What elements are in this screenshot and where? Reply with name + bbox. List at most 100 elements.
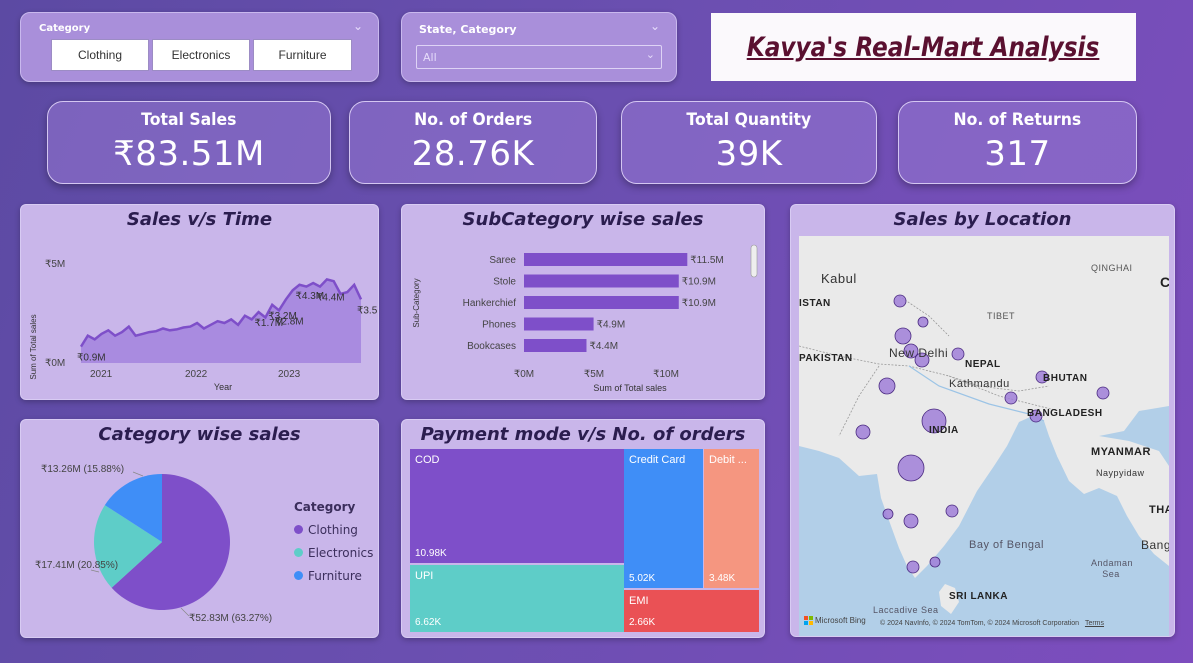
panel-title: Payment mode v/s No. of orders [420, 424, 746, 445]
treemap-cell-upi[interactable]: UPI 6.62K [410, 565, 624, 632]
x-tick-label: 2022 [185, 369, 208, 380]
panel-title: Sales v/s Time [126, 209, 273, 230]
category-chip-electronics[interactable]: Electronics [152, 39, 250, 71]
bing-text: Microsoft Bing [815, 616, 866, 625]
bar[interactable] [524, 317, 594, 331]
location-bubble[interactable] [929, 556, 941, 568]
report-title-card: Kavya's Real-Mart Analysis [711, 13, 1136, 81]
kpi-label: No. of Returns [953, 110, 1082, 130]
category-chip-furniture[interactable]: Furniture [253, 39, 352, 71]
map-label: C [1160, 274, 1169, 290]
map-label: BHUTAN [1043, 373, 1088, 384]
x-axis-label: Sum of Total sales [593, 383, 667, 393]
kpi-orders: No. of Orders 28.76K [349, 101, 597, 184]
legend-item-furniture[interactable]: Furniture [294, 564, 373, 587]
data-label: ₹0.9M [77, 353, 106, 364]
chevron-down-icon: ⌄ [645, 48, 655, 61]
map-label: Bay of Bengal [969, 539, 1044, 551]
legend-item-electronics[interactable]: Electronics [294, 541, 373, 564]
location-bubble[interactable] [906, 560, 920, 574]
location-bubble[interactable] [1004, 391, 1018, 405]
kpi-label: Total Quantity [686, 110, 812, 130]
kpi-value: ₹83.51M [113, 134, 265, 174]
map-label: TIBET [987, 311, 1016, 321]
location-bubble[interactable] [893, 294, 907, 308]
chevron-down-icon[interactable]: ⌄ [650, 19, 660, 33]
bar-value-label: ₹10.9M [682, 277, 716, 288]
category-panel[interactable]: Category wise sales ₹13.26M (15.88%) ₹17… [20, 419, 379, 638]
windows-icon-tile [804, 621, 808, 625]
bar[interactable] [524, 253, 688, 266]
land-north [799, 236, 1169, 578]
x-tick-label: 2021 [90, 369, 113, 380]
bar-category-label: Stole [493, 277, 516, 288]
copyright-text: © 2024 NavInfo, © 2024 TomTom, © 2024 Mi… [880, 620, 1079, 627]
map-label: New Delhi [889, 346, 949, 360]
location-bubble[interactable] [945, 504, 959, 518]
panel-title: SubCategory wise sales [462, 209, 704, 230]
subcategory-panel[interactable]: SubCategory wise sales Sub-Category ₹0M … [401, 204, 765, 400]
x-tick-label: ₹10M [653, 369, 679, 380]
location-bubble[interactable] [878, 377, 896, 395]
chevron-down-icon[interactable]: ⌄ [353, 19, 363, 33]
treemap-cell-debit[interactable]: Debit ... 3.48K [704, 449, 759, 588]
map-canvas[interactable]: Kabul ISTAN QINGHAI C TIBET PAKISTAN New… [799, 236, 1169, 636]
bar[interactable] [524, 274, 679, 288]
treemap-value: 6.62K [415, 617, 442, 628]
category-chip-clothing[interactable]: Clothing [51, 39, 149, 71]
kpi-total-sales: Total Sales ₹83.51M [47, 101, 331, 184]
map-label: Kabul [821, 271, 857, 286]
location-bubble[interactable] [855, 424, 871, 440]
kpi-value: 317 [984, 134, 1051, 174]
map-label: Laccadive Sea [873, 605, 939, 615]
treemap-cell-emi[interactable]: EMI 2.66K [624, 590, 759, 632]
treemap-value: 2.66K [629, 617, 656, 628]
location-bubble[interactable] [882, 508, 894, 520]
kpi-quantity: Total Quantity 39K [621, 101, 877, 184]
map-label: ISTAN [799, 298, 831, 309]
treemap-label: UPI [415, 570, 434, 582]
location-bubble[interactable] [1096, 386, 1110, 400]
windows-icon-tile [809, 616, 813, 620]
subcategory-chart: Sub-Category ₹0M ₹5M ₹10M Sum of Total s… [412, 244, 758, 393]
pie-legend: Category Clothing Electronics Furniture [294, 500, 373, 587]
kpi-returns: No. of Returns 317 [898, 101, 1137, 184]
legend-dot [294, 548, 303, 557]
scrollbar[interactable] [750, 244, 758, 278]
terms-link[interactable]: Terms [1085, 620, 1104, 627]
x-tick-label: 2023 [278, 369, 301, 380]
legend-title: Category [294, 500, 356, 514]
map-label: NEPAL [965, 359, 1001, 370]
map-label: MYANMAR [1091, 446, 1151, 458]
y-tick-label: ₹0M [45, 358, 65, 369]
state-category-dropdown[interactable]: All ⌄ [416, 45, 662, 69]
location-bubble[interactable] [897, 454, 925, 482]
data-label: ₹3.2M [268, 311, 297, 322]
pie-data-label: ₹52.83M (63.27%) [189, 613, 272, 624]
legend-dot [294, 571, 303, 580]
location-bubble[interactable] [903, 513, 919, 529]
treemap-value: 3.48K [709, 573, 736, 584]
treemap-cell-cod[interactable]: COD 10.98K [410, 449, 624, 563]
bar[interactable] [524, 296, 679, 309]
panel-title: Sales by Location [893, 209, 1072, 230]
location-bubble[interactable] [894, 327, 912, 345]
location-panel[interactable]: Sales by Location Kabul ISTAN QINGHAI C … [790, 204, 1175, 637]
state-category-slicer: State, Category ⌄ All ⌄ [401, 12, 677, 82]
location-bubble[interactable] [951, 347, 965, 361]
bar[interactable] [524, 339, 587, 352]
map-label: QINGHAI [1091, 263, 1133, 273]
payment-panel[interactable]: Payment mode v/s No. of orders COD 10.98… [401, 419, 765, 638]
bar-category-label: Phones [482, 320, 516, 331]
y-axis-label: Sum of Total sales [29, 314, 38, 379]
windows-icon-tile [804, 616, 808, 620]
treemap-value: 10.98K [415, 548, 447, 559]
location-bubble[interactable] [917, 316, 929, 328]
legend-item-clothing[interactable]: Clothing [294, 518, 373, 541]
map-label: PAKISTAN [799, 353, 853, 364]
legend-label: Clothing [308, 522, 358, 537]
sales-time-chart: Sum of Total sales ₹5M ₹0M 2021 2022 202… [29, 259, 378, 392]
treemap-cell-credit-card[interactable]: Credit Card 5.02K [624, 449, 703, 588]
sales-time-panel[interactable]: Sales v/s Time Sum of Total sales ₹5M ₹0… [20, 204, 379, 400]
bar-value-label: ₹4.9M [597, 320, 626, 331]
